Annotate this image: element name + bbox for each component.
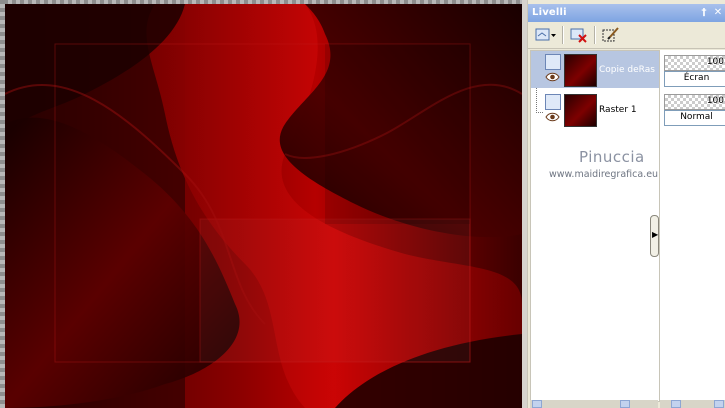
blend-mode-dropdown-copie[interactable]: Écran	[664, 71, 725, 87]
blend-mode-dropdown-raster1[interactable]: Normal	[664, 110, 725, 126]
scroll-right-arrow[interactable]	[714, 400, 724, 408]
layer-row-raster1[interactable]: Raster 1	[531, 91, 659, 128]
collapse-properties-button[interactable]: ▶	[650, 215, 659, 257]
eye-icon[interactable]	[545, 112, 560, 122]
toolbar-separator	[562, 26, 564, 44]
layer-thumbnail	[564, 94, 597, 127]
layer-properties-column: 100 Écran 100 Normal	[659, 50, 725, 400]
layers-horizontal-scrollbar[interactable]	[530, 400, 658, 408]
pin-icon[interactable]: †	[698, 7, 710, 19]
watermark-url: www.maidiregrafica.eu	[549, 169, 659, 180]
image-canvas[interactable]	[0, 0, 527, 408]
blend-mode-value: Écran	[683, 73, 710, 83]
eye-icon[interactable]	[545, 72, 560, 82]
raster-layer-icon	[545, 54, 561, 70]
blend-mode-value: Normal	[680, 112, 713, 122]
edit-selection-icon	[602, 27, 619, 42]
edit-selection-button[interactable]	[600, 25, 622, 45]
toolbar-separator	[594, 26, 596, 44]
palette-toolbar	[528, 22, 725, 49]
delete-layer-button[interactable]	[568, 25, 590, 45]
chevron-right-icon: ▶	[652, 230, 659, 239]
layer-name[interactable]: Copie deRas	[599, 65, 655, 75]
close-icon[interactable]: ✕	[712, 7, 724, 19]
palette-title: Livelli	[532, 7, 567, 18]
layers-palette: Livelli † ✕ Copie deRas Raster 1 Pinucci…	[527, 0, 725, 408]
raster-layer-icon	[545, 94, 561, 110]
palette-titlebar[interactable]: Livelli † ✕	[528, 4, 725, 22]
scroll-right-arrow[interactable]	[620, 400, 630, 408]
opacity-slider-copie[interactable]: 100	[664, 55, 725, 71]
watermark-name: Pinuccia	[579, 148, 645, 166]
layers-list: Copie deRas Raster 1 Pinuccia www.maidir…	[530, 50, 660, 402]
delete-layer-icon	[570, 28, 587, 43]
opacity-value: 100	[706, 96, 724, 106]
scroll-left-arrow[interactable]	[532, 400, 542, 408]
opacity-value: 100	[706, 57, 724, 67]
new-layer-icon	[535, 28, 556, 41]
layer-name[interactable]: Raster 1	[599, 105, 637, 115]
red-wave-artwork	[5, 4, 522, 408]
new-layer-button[interactable]	[532, 25, 560, 45]
opacity-slider-raster1[interactable]: 100	[664, 94, 725, 110]
layer-row-copie[interactable]: Copie deRas	[531, 51, 659, 88]
layer-thumbnail	[564, 54, 597, 87]
scroll-left-arrow[interactable]	[671, 400, 681, 408]
